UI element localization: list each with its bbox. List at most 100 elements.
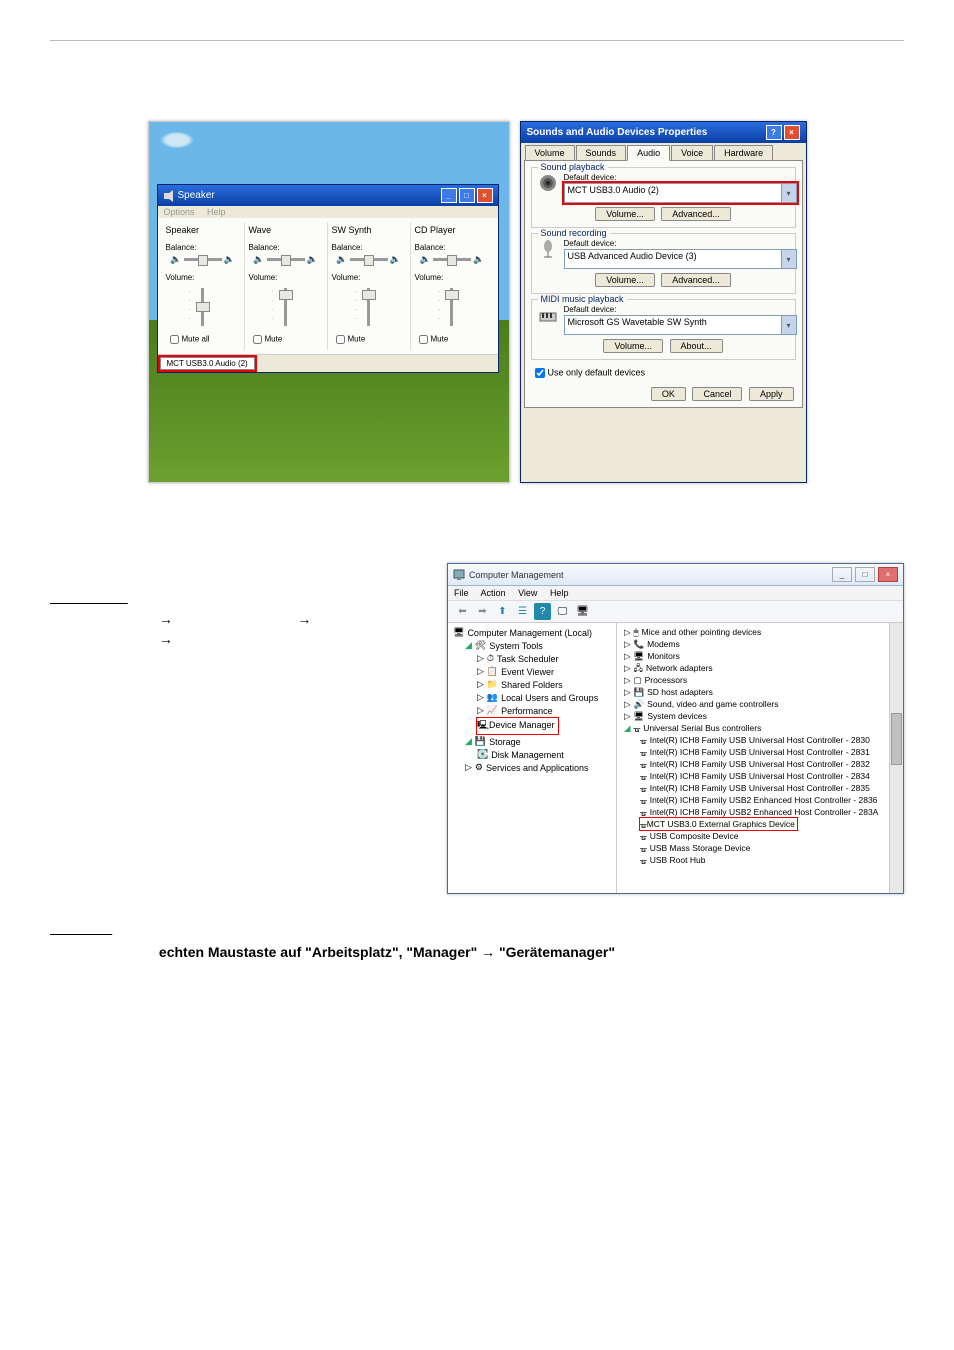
speaker-titlebar[interactable]: Speaker _ □ ×: [158, 185, 498, 206]
chevron-down-icon: ▾: [781, 316, 796, 334]
close-button[interactable]: ×: [477, 188, 493, 203]
device-category[interactable]: ▷💾SD host adapters: [620, 686, 900, 698]
minimize-button[interactable]: _: [441, 188, 457, 203]
cm-device-list[interactable]: ▷🖱Mice and other pointing devices ▷📞Mode…: [617, 623, 903, 893]
cm-tree[interactable]: 🖥Computer Management (Local) ◢🛠System To…: [448, 623, 617, 893]
menu-action[interactable]: Action: [481, 588, 506, 598]
sound-titlebar[interactable]: Sounds and Audio Devices Properties ? ×: [521, 122, 806, 143]
close-button[interactable]: ×: [784, 125, 800, 140]
midi-about-button[interactable]: About...: [670, 339, 723, 353]
device-item[interactable]: ᚗIntel(R) ICH8 Family USB Universal Host…: [620, 770, 900, 782]
tree-item-root[interactable]: 🖥Computer Management (Local): [451, 626, 613, 639]
help-icon[interactable]: ?: [534, 603, 551, 620]
tree-item-systools[interactable]: ◢🛠System Tools: [451, 639, 613, 652]
tree-item-services[interactable]: ▷⚙Services and Applications: [451, 761, 613, 774]
device-item[interactable]: ᚗIntel(R) ICH8 Family USB Universal Host…: [620, 758, 900, 770]
balance-label: Balance:: [415, 243, 490, 252]
cancel-button[interactable]: Cancel: [692, 387, 742, 401]
tab-audio[interactable]: Audio: [627, 145, 670, 161]
balance-slider[interactable]: 🔈🔈: [166, 254, 240, 265]
recording-volume-button[interactable]: Volume...: [595, 273, 655, 287]
scan-icon[interactable]: 🖥: [574, 603, 591, 620]
maximize-button[interactable]: □: [459, 188, 475, 203]
mute-all-label: Mute all: [182, 335, 210, 344]
device-category[interactable]: ▷🖱Mice and other pointing devices: [620, 626, 900, 638]
scrollbar[interactable]: [889, 623, 903, 893]
close-button[interactable]: ×: [878, 567, 898, 582]
tab-hardware[interactable]: Hardware: [714, 145, 773, 160]
tab-volume[interactable]: Volume: [525, 145, 575, 160]
mute-checkbox[interactable]: [253, 335, 262, 344]
tree-item-devicemgr[interactable]: 🖳Device Manager: [451, 717, 613, 735]
menu-help[interactable]: Help: [550, 588, 569, 598]
tab-sounds[interactable]: Sounds: [576, 145, 627, 160]
volume-slider[interactable]: - -- -- -- -: [349, 286, 389, 328]
tree-item-diskmgmt[interactable]: 💽Disk Management: [451, 748, 613, 761]
minimize-button[interactable]: _: [832, 567, 852, 582]
use-default-checkbox[interactable]: [535, 368, 545, 378]
ok-button[interactable]: OK: [651, 387, 686, 401]
device-item[interactable]: ᚗUSB Root Hub: [620, 854, 900, 866]
speaker-icon: [163, 190, 175, 202]
menu-view[interactable]: View: [518, 588, 537, 598]
menu-help[interactable]: Help: [207, 207, 226, 217]
recording-advanced-button[interactable]: Advanced...: [661, 273, 731, 287]
usb-icon: ᚗ: [640, 758, 647, 770]
refresh-icon[interactable]: 🖵: [554, 603, 571, 620]
device-category[interactable]: ◢ᚗUniversal Serial Bus controllers: [620, 722, 900, 734]
menu-file[interactable]: File: [454, 588, 469, 598]
device-category[interactable]: ▷🖥Monitors: [620, 650, 900, 662]
properties-icon[interactable]: ☰: [514, 603, 531, 620]
device-item[interactable]: ᚗIntel(R) ICH8 Family USB Universal Host…: [620, 734, 900, 746]
back-icon[interactable]: ⬅: [454, 603, 471, 620]
help-button[interactable]: ?: [766, 125, 782, 140]
balance-slider[interactable]: 🔈🔈: [415, 254, 490, 265]
volume-slider[interactable]: - -- -- -- -: [266, 286, 306, 328]
up-icon[interactable]: ⬆: [494, 603, 511, 620]
tree-item-storage[interactable]: ◢💾Storage: [451, 735, 613, 748]
tree-item-eventviewer[interactable]: ▷📋Event Viewer: [451, 665, 613, 678]
device-category[interactable]: ▷🔊Sound, video and game controllers: [620, 698, 900, 710]
tab-voice[interactable]: Voice: [671, 145, 713, 160]
device-item[interactable]: ᚗUSB Mass Storage Device: [620, 842, 900, 854]
col-speaker: Speaker Balance: 🔈🔈 Volume: - -- -- -- -…: [162, 222, 245, 350]
forward-icon[interactable]: ➡: [474, 603, 491, 620]
playback-volume-button[interactable]: Volume...: [595, 207, 655, 221]
device-category[interactable]: ▷📞Modems: [620, 638, 900, 650]
use-default-label: Use only default devices: [548, 367, 646, 377]
mute-checkbox[interactable]: [336, 335, 345, 344]
recording-device-dropdown[interactable]: USB Advanced Audio Device (3)▾: [564, 249, 797, 269]
menu-options[interactable]: Options: [164, 207, 195, 217]
tree-item-localusers[interactable]: ▷👥Local Users and Groups: [451, 691, 613, 704]
tree-item-performance[interactable]: ▷📈Performance: [451, 704, 613, 717]
device-item[interactable]: ᚗUSB Composite Device: [620, 830, 900, 842]
cm-titlebar[interactable]: Computer Management _ □ ×: [448, 564, 903, 586]
device-item[interactable]: ᚗIntel(R) ICH8 Family USB Universal Host…: [620, 746, 900, 758]
mute-all-checkbox[interactable]: [170, 335, 179, 344]
mute-label: Mute: [348, 335, 366, 344]
device-category[interactable]: ▷🖥System devices: [620, 710, 900, 722]
device-item[interactable]: ᚗIntel(R) ICH8 Family USB2 Enhanced Host…: [620, 794, 900, 806]
balance-slider[interactable]: 🔈🔈: [332, 254, 406, 265]
device-item-highlighted[interactable]: ᚗMCT USB3.0 External Graphics Device: [620, 818, 900, 830]
midi-device-dropdown[interactable]: Microsoft GS Wavetable SW Synth▾: [564, 315, 797, 335]
microphone-icon: [538, 239, 558, 259]
device-category[interactable]: ▷▢Processors: [620, 674, 900, 686]
apply-button[interactable]: Apply: [749, 387, 794, 401]
mute-checkbox[interactable]: [419, 335, 428, 344]
maximize-button[interactable]: □: [855, 567, 875, 582]
playback-device-dropdown[interactable]: MCT USB3.0 Audio (2)▾: [564, 183, 797, 203]
sound-title: Sounds and Audio Devices Properties: [527, 127, 708, 138]
device-item[interactable]: ᚗIntel(R) ICH8 Family USB Universal Host…: [620, 782, 900, 794]
midi-volume-button[interactable]: Volume...: [603, 339, 663, 353]
tree-item-sharedfolders[interactable]: ▷📁Shared Folders: [451, 678, 613, 691]
balance-slider[interactable]: 🔈🔈: [249, 254, 323, 265]
device-item[interactable]: ᚗIntel(R) ICH8 Family USB2 Enhanced Host…: [620, 806, 900, 818]
playback-advanced-button[interactable]: Advanced...: [661, 207, 731, 221]
speaker-icon: [538, 173, 558, 193]
volume-slider[interactable]: - -- -- -- -: [432, 286, 472, 328]
disk-icon: 💽: [477, 749, 488, 760]
tree-item-tasksched[interactable]: ▷⏱Task Scheduler: [451, 652, 613, 665]
device-category[interactable]: ▷🖧Network adapters: [620, 662, 900, 674]
volume-slider[interactable]: - -- -- -- -: [183, 286, 223, 328]
